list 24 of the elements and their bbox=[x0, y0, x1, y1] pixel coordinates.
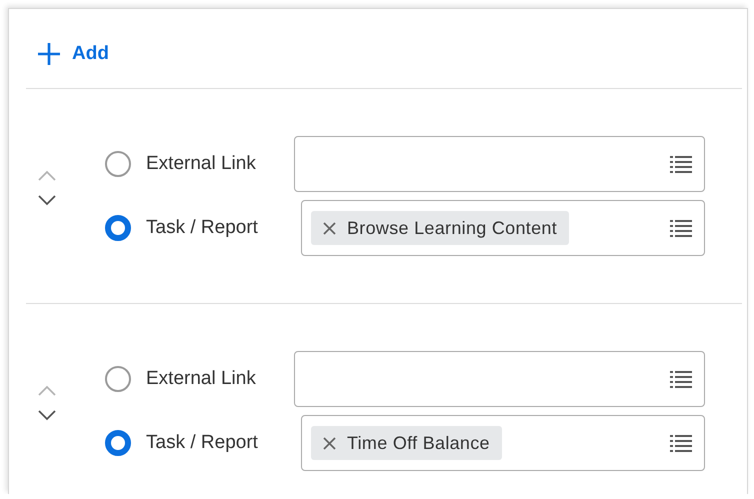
list-icon[interactable] bbox=[670, 155, 692, 173]
selected-tag: Time Off Balance bbox=[311, 426, 502, 460]
input-field[interactable] bbox=[294, 351, 705, 407]
radio-button[interactable] bbox=[105, 151, 131, 177]
input-field[interactable]: Browse Learning Content bbox=[301, 200, 705, 256]
option-label: External Link bbox=[146, 368, 257, 390]
input-field[interactable] bbox=[294, 136, 705, 192]
move-down-icon[interactable] bbox=[38, 410, 56, 421]
radio-button[interactable] bbox=[105, 430, 131, 456]
input-field[interactable]: Time Off Balance bbox=[301, 415, 705, 471]
list-icon[interactable] bbox=[670, 434, 692, 452]
list-icon[interactable] bbox=[670, 219, 692, 237]
plus-icon bbox=[38, 42, 60, 64]
option-label: Task / Report bbox=[146, 217, 259, 239]
list-icon[interactable] bbox=[670, 370, 692, 388]
radio-button[interactable] bbox=[105, 215, 131, 241]
option-label: External Link bbox=[146, 153, 257, 175]
option-label: Task / Report bbox=[146, 432, 259, 454]
add-button[interactable]: Add bbox=[38, 42, 109, 64]
remove-icon[interactable] bbox=[323, 222, 336, 234]
radio-button[interactable] bbox=[105, 366, 131, 392]
remove-icon[interactable] bbox=[323, 436, 336, 450]
move-down-icon[interactable] bbox=[38, 195, 56, 206]
selected-tag: Browse Learning Content bbox=[311, 211, 570, 245]
